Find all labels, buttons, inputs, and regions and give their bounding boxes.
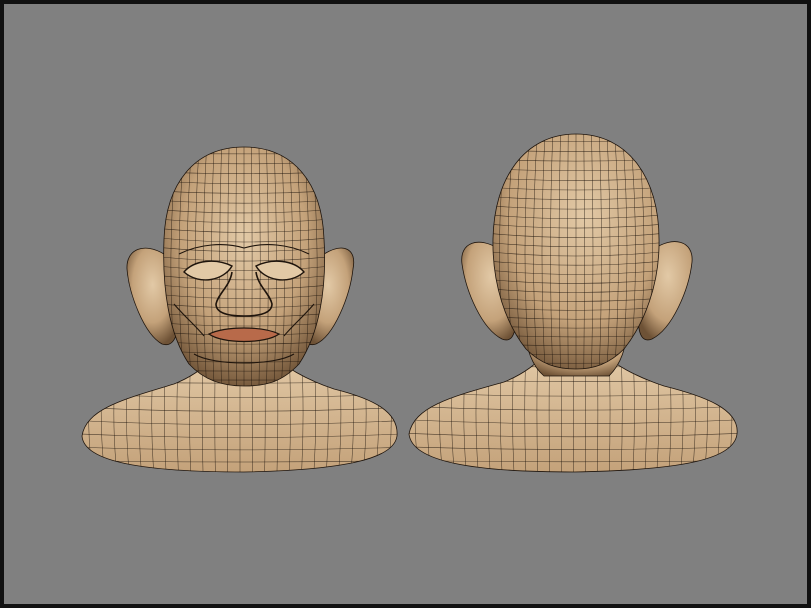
mouth	[207, 327, 281, 343]
render-canvas	[4, 4, 807, 604]
render-background	[4, 4, 807, 604]
render-viewport	[4, 4, 807, 604]
